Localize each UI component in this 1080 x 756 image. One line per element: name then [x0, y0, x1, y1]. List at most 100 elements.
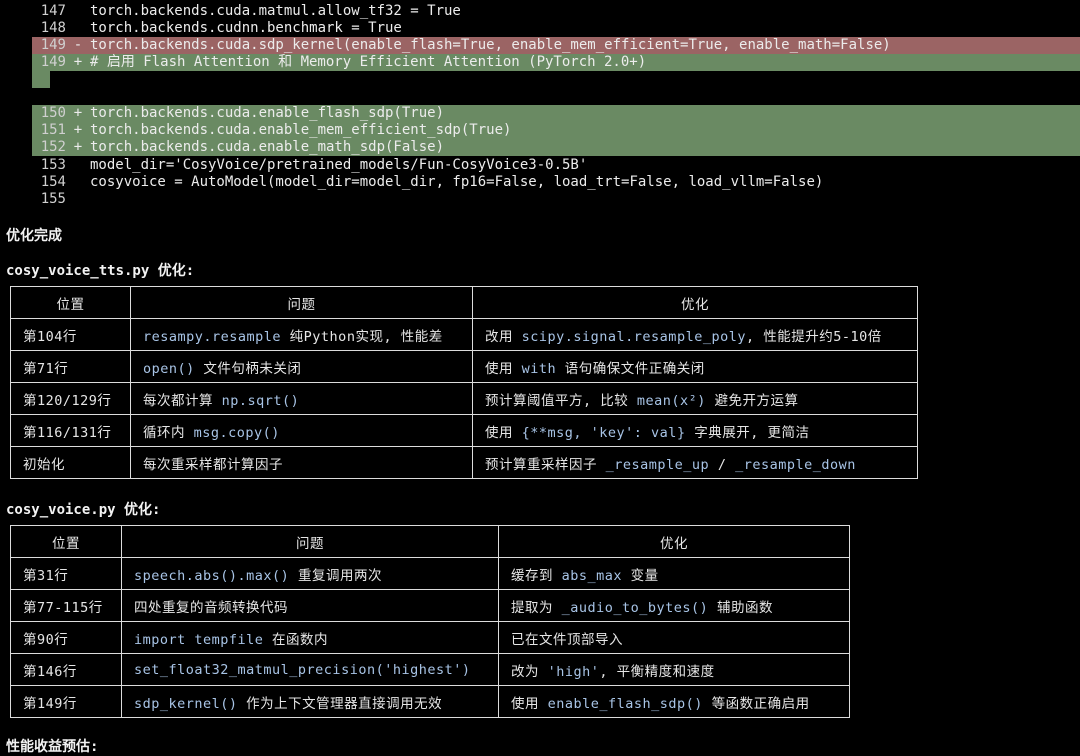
cell-optimization: 预计算重采样因子 _resample_up / _resample_down — [472, 446, 918, 479]
line-number: 153 — [40, 157, 66, 173]
diff-marker: - — [73, 37, 83, 53]
cell-text: 重复调用两次 — [289, 567, 382, 584]
cell-text: / — [709, 456, 736, 473]
inline-code: abs_max — [561, 567, 623, 584]
cell-text: 已在文件顶部导入 — [511, 631, 623, 648]
inline-code: scipy.signal.resample_poly — [521, 328, 746, 345]
inline-code: sdp_kernel() — [134, 695, 238, 712]
section-heading-done: 优化完成 — [6, 228, 62, 244]
diff-line-added: 152 + torch.backends.cuda.enable_math_sdp(… — [32, 139, 444, 156]
diff-line-added: 150 + torch.backends.cuda.enable_flash_sdp… — [32, 105, 444, 122]
cell-text: 变量 — [622, 567, 659, 584]
diff-line-added: 149 + # 启用 Flash Attention 和 Memory Effici… — [32, 54, 646, 71]
section-heading-performance: 性能收益预估: — [6, 739, 99, 755]
cell-text: 四处重复的音频转换代码 — [134, 599, 288, 616]
line-text: model_dir='CosyVoice/pretrained_models/F… — [90, 157, 588, 173]
inline-code: enable_flash_sdp() — [547, 695, 703, 712]
cell-location: 第31行 — [10, 557, 122, 590]
table-header-row: 位置 问题 优化 — [10, 525, 850, 558]
line-number: 148 — [40, 20, 66, 36]
inline-code: 'high' — [547, 663, 600, 680]
cell-optimization: 预计算阈值平方, 比较 mean(x²) 避免开方运算 — [472, 382, 918, 415]
line-number: 147 — [40, 3, 66, 19]
cell-location: 初始化 — [10, 446, 131, 479]
column-header-optimization: 优化 — [498, 525, 850, 558]
cell-text: 每次重采样都计算因子 — [143, 456, 283, 473]
cell-text: 纯Python实现, 性能差 — [281, 328, 443, 345]
inline-code: resampy.resample — [143, 328, 282, 345]
cell-text: 每次都计算 — [143, 392, 222, 409]
cell-issue: import tempfile 在函数内 — [121, 621, 499, 654]
table-row: 初始化 每次重采样都计算因子 预计算重采样因子 _resample_up / _re… — [10, 446, 918, 479]
inline-code: _resample_down — [735, 456, 856, 473]
column-header-issue: 问题 — [130, 286, 473, 319]
cell-text: 提取为 — [511, 599, 562, 616]
cell-text: 预计算重采样因子 — [485, 456, 606, 473]
line-text: torch.backends.cuda.enable_math_sdp(Fals… — [90, 139, 445, 155]
cell-text: 第120/129行 — [23, 392, 112, 409]
line-text: torch.backends.cuda.matmul.allow_tf32 = … — [90, 3, 461, 19]
cell-text: 第116/131行 — [23, 424, 112, 441]
cell-issue: resampy.resample 纯Python实现, 性能差 — [130, 318, 473, 351]
cell-text: 第31行 — [23, 567, 69, 584]
cell-text: 第146行 — [23, 663, 77, 680]
table-row: 第146行 set_float32_matmul_precision('highe… — [10, 653, 850, 686]
diff-line-added: 151 + torch.backends.cuda.enable_mem_effic… — [32, 122, 512, 139]
cell-text: 辅助函数 — [708, 599, 773, 616]
diff-line-deleted: 149- torch.backends.cuda.sdp_kernel(enabl… — [32, 37, 891, 54]
table-row: 第31行 speech.abs().max() 重复调用两次 缓存到 abs_max… — [10, 557, 850, 590]
cell-location: 第77-115行 — [10, 589, 122, 622]
line-number: 150 — [40, 105, 66, 121]
table-row: 第116/131行 循环内 msg.copy() 使用 {**msg, 'key':… — [10, 414, 918, 447]
diff-marker: + — [73, 54, 83, 70]
cell-location: 第90行 — [10, 621, 122, 654]
diff-marker: + — [73, 105, 83, 121]
cell-optimization: 使用 with 语句确保文件正确关闭 — [472, 350, 918, 383]
cell-location: 第149行 — [10, 685, 122, 718]
diff-line: 148 torch.backends.cudnn.benchmark = True — [32, 20, 402, 37]
column-header-location: 位置 — [10, 286, 131, 319]
cell-issue: 循环内 msg.copy() — [130, 414, 473, 447]
cell-text: 第104行 — [23, 328, 77, 345]
cell-text: 语句确保文件正确关闭 — [556, 360, 705, 377]
cell-text: 第90行 — [23, 631, 69, 648]
cell-text: 作为上下文管理器直接调用无效 — [237, 695, 443, 712]
inline-code: np.sqrt() — [221, 392, 300, 409]
diff-line: 155 — [32, 191, 90, 208]
table-row: 第104行 resampy.resample 纯Python实现, 性能差 改用 s… — [10, 318, 918, 351]
cell-location: 第104行 — [10, 318, 131, 351]
line-number: 154 — [40, 174, 66, 190]
cell-text: 等函数正确启用 — [702, 695, 810, 712]
line-text: torch.backends.cuda.sdp_kernel(enable_fl… — [90, 37, 891, 53]
line-text: torch.backends.cudnn.benchmark = True — [90, 20, 402, 36]
cell-text: 循环内 — [143, 424, 194, 441]
column-header-optimization: 优化 — [472, 286, 918, 319]
cell-text: 第77-115行 — [23, 599, 103, 616]
cell-text: , 平衡精度和速度 — [599, 663, 715, 680]
inline-code: open() — [143, 360, 195, 377]
column-header-issue: 问题 — [121, 525, 499, 558]
cell-issue: 每次重采样都计算因子 — [130, 446, 473, 479]
inline-code: set_float32_matmul_precision('highest') — [134, 661, 471, 678]
cell-text: 避免开方运算 — [705, 392, 799, 409]
inline-code: mean(x²) — [636, 392, 706, 409]
cell-text: 改用 — [485, 328, 522, 345]
cell-optimization: 改用 scipy.signal.resample_poly, 性能提升约5-10… — [472, 318, 918, 351]
diff-line: 147 torch.backends.cuda.matmul.allow_tf32… — [32, 3, 461, 20]
cell-text: 改为 — [511, 663, 548, 680]
line-text: cosyvoice = AutoModel(model_dir=model_di… — [90, 174, 824, 190]
cell-issue: 每次都计算 np.sqrt() — [130, 382, 473, 415]
diff-line: 154 cosyvoice = AutoModel(model_dir=model… — [32, 174, 824, 191]
cell-text: , 性能提升约5-10倍 — [745, 328, 882, 345]
table-row: 第149行 sdp_kernel() 作为上下文管理器直接调用无效 使用 enabl… — [10, 685, 850, 718]
inline-code: {**msg, 'key': val} — [521, 424, 686, 441]
cell-issue: sdp_kernel() 作为上下文管理器直接调用无效 — [121, 685, 499, 718]
cell-optimization: 已在文件顶部导入 — [498, 621, 850, 654]
cell-issue: open() 文件句柄未关闭 — [130, 350, 473, 383]
cell-text: 第71行 — [23, 360, 69, 377]
line-number: 155 — [40, 191, 66, 207]
line-number: 151 — [40, 122, 66, 138]
cell-optimization: 缓存到 abs_max 变量 — [498, 557, 850, 590]
cell-text: 使用 — [485, 360, 522, 377]
cell-text: 预计算阈值平方, 比较 — [485, 392, 637, 409]
